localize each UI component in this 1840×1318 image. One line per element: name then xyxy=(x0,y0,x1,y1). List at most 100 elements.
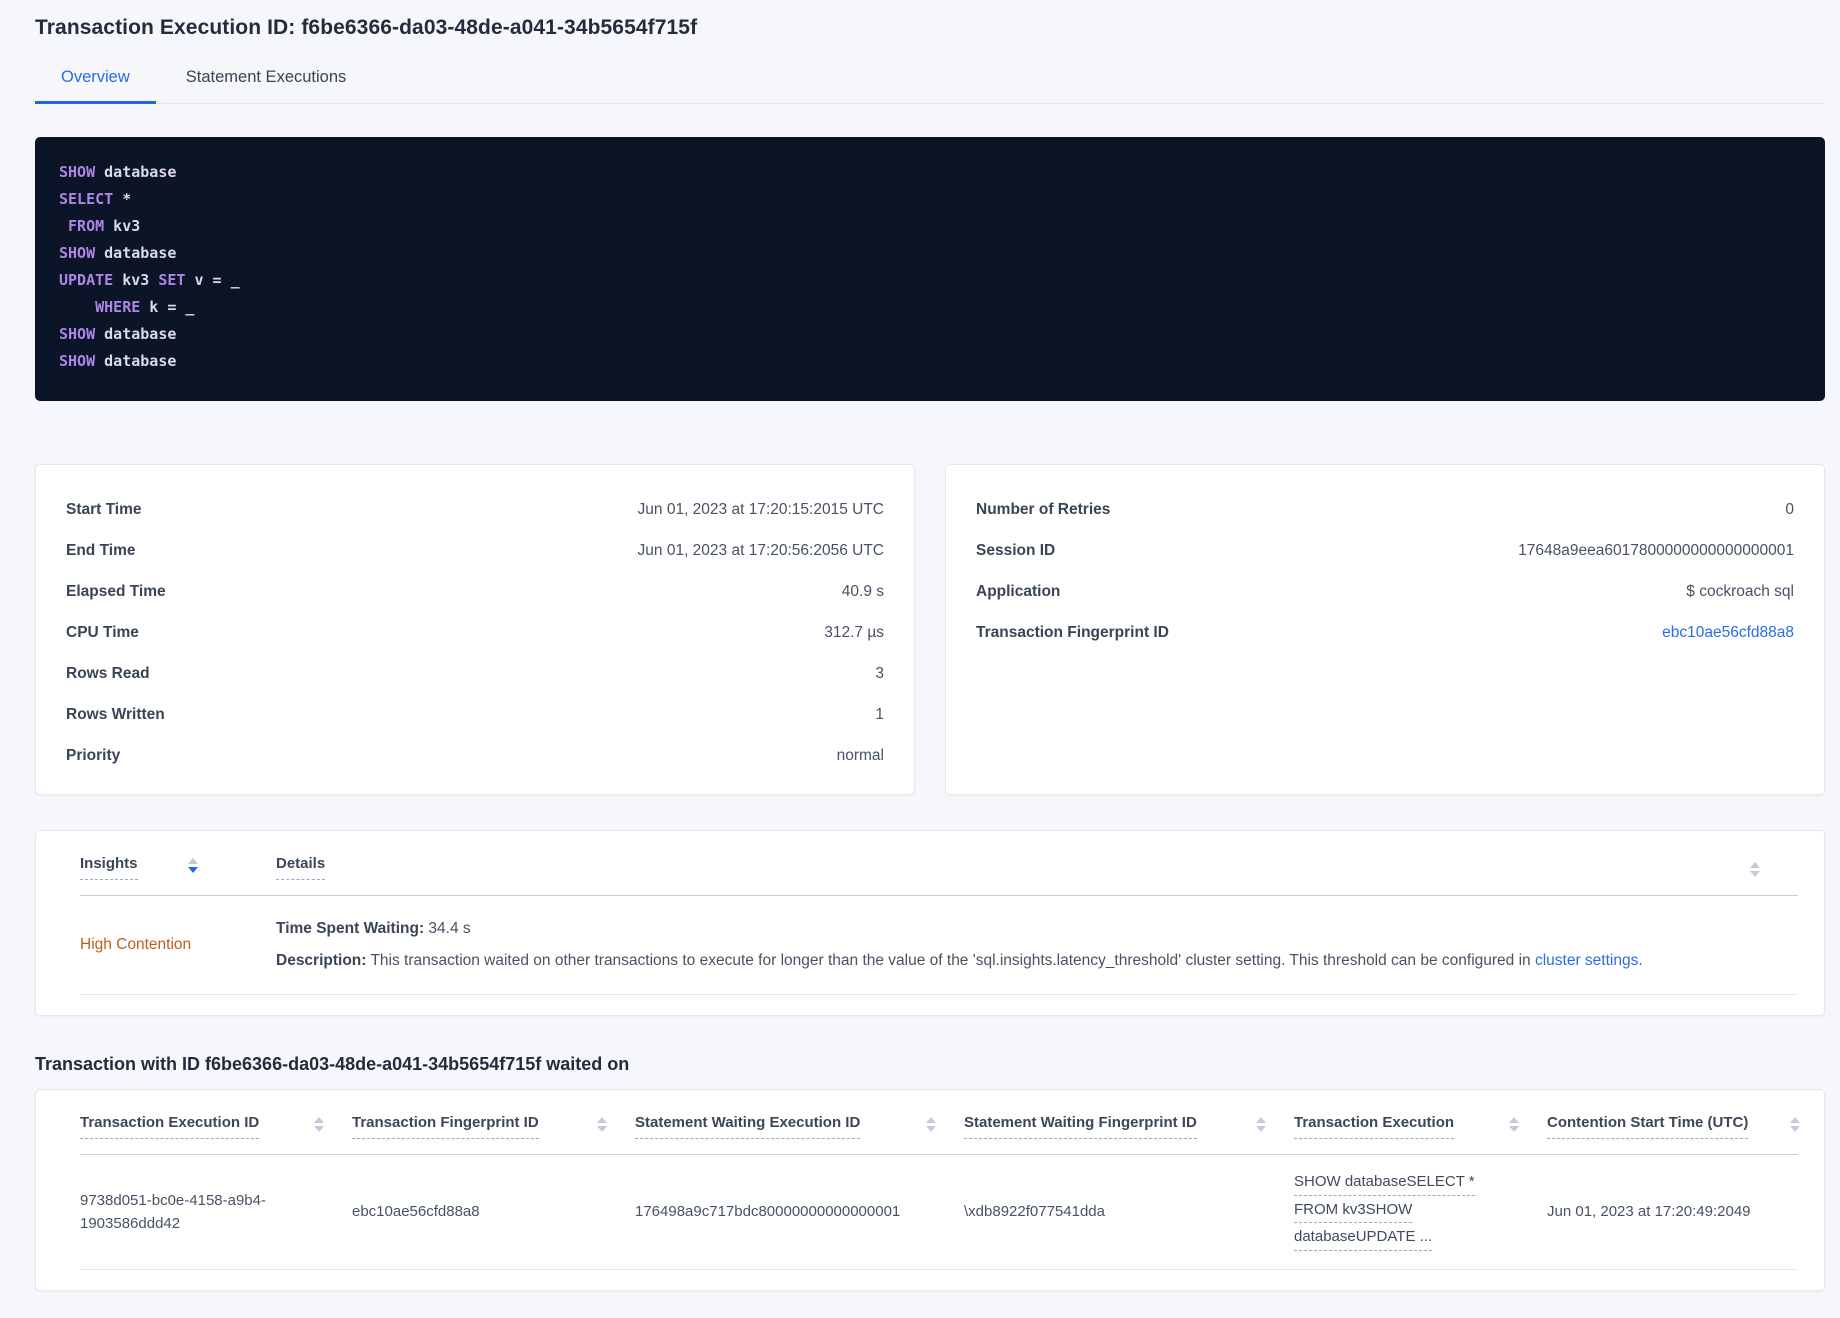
sql-statements-box: SHOW database SELECT * FROM kv3 SHOW datab… xyxy=(35,137,1825,401)
summary-label: Elapsed Time xyxy=(66,582,166,600)
insight-row: High Contention Time Spent Waiting: 34.4… xyxy=(80,896,1798,994)
tab-bar: Overview Statement Executions xyxy=(35,68,1825,104)
table-row-divider xyxy=(80,1269,1798,1270)
summary-value: Jun 01, 2023 at 17:20:15:2015 UTC xyxy=(637,500,884,518)
sort-icon[interactable] xyxy=(597,1117,607,1132)
sort-down-arrow-icon xyxy=(1750,871,1760,877)
sort-up-arrow-icon xyxy=(314,1117,324,1123)
description-text: This transaction waited on other transac… xyxy=(366,952,1535,969)
details-column-header: Details xyxy=(276,855,1750,880)
time-summary-card: Start Time Jun 01, 2023 at 17:20:15:2015… xyxy=(35,464,915,795)
sort-icon[interactable] xyxy=(1750,862,1760,877)
sort-up-arrow-icon xyxy=(1256,1117,1266,1123)
sort-down-arrow-icon xyxy=(314,1126,324,1132)
time-spent-waiting-label: Time Spent Waiting: xyxy=(276,920,425,938)
sql-line: FROM kv3 xyxy=(68,217,141,235)
cell-transaction-execution: SHOW databaseSELECT * FROM kv3SHOW datab… xyxy=(1294,1173,1547,1252)
cell-transaction-execution-id: 9738d051-bc0e-4158-a9b4-1903586ddd42 xyxy=(80,1191,266,1232)
column-label[interactable]: Statement Waiting Fingerprint ID xyxy=(964,1114,1197,1139)
cell-contention-start-time: Jun 01, 2023 at 17:20:49:2049 xyxy=(1547,1203,1751,1221)
cluster-settings-link[interactable]: cluster settings xyxy=(1535,952,1638,969)
summary-label: Rows Read xyxy=(66,664,150,682)
summary-row-priority: Priority normal xyxy=(66,735,884,776)
sort-up-arrow-icon xyxy=(597,1117,607,1123)
transaction-execution-link-line[interactable]: databaseUPDATE ... xyxy=(1294,1228,1433,1252)
transaction-fingerprint-link[interactable]: ebc10ae56cfd88a8 xyxy=(1662,624,1794,642)
summary-value: 1 xyxy=(875,705,884,723)
sort-icon[interactable] xyxy=(926,1117,936,1132)
waited-on-table-row: 9738d051-bc0e-4158-a9b4-1903586ddd42 ebc… xyxy=(80,1155,1798,1269)
summary-cards-row: Start Time Jun 01, 2023 at 17:20:15:2015… xyxy=(35,464,1825,795)
summary-value: 17648a9eea6017800000000000000001 xyxy=(1518,541,1794,559)
summary-value: 312.7 µs xyxy=(824,623,884,641)
sql-line: SHOW database xyxy=(59,352,177,370)
summary-row-application: Application $ cockroach sql xyxy=(976,571,1794,612)
transaction-execution-link-line[interactable]: FROM kv3SHOW xyxy=(1294,1201,1413,1224)
summary-value: 40.9 s xyxy=(841,582,884,600)
table-row-divider xyxy=(80,994,1798,995)
summary-value: 0 xyxy=(1785,500,1794,518)
sql-line: SHOW database xyxy=(59,244,177,262)
column-label[interactable]: Statement Waiting Execution ID xyxy=(635,1114,861,1139)
sort-icon[interactable] xyxy=(1509,1117,1519,1132)
column-label[interactable]: Transaction Execution xyxy=(1294,1114,1455,1139)
transaction-execution-link-line[interactable]: SHOW databaseSELECT * xyxy=(1294,1173,1475,1196)
sort-down-arrow-icon xyxy=(597,1126,607,1132)
sort-icon[interactable] xyxy=(187,858,198,873)
tab-statement-executions[interactable]: Statement Executions xyxy=(160,68,373,104)
summary-label: CPU Time xyxy=(66,623,139,641)
column-header-transaction-execution: Transaction Execution xyxy=(1294,1114,1547,1139)
insight-type-label: High Contention xyxy=(80,936,192,953)
insights-column-label[interactable]: Insights xyxy=(80,855,138,880)
summary-label: Session ID xyxy=(976,541,1056,559)
insights-table-header: Insights Details xyxy=(80,831,1798,895)
summary-label: End Time xyxy=(66,541,136,559)
transaction-details-page: Transaction Execution ID: f6be6366-da03-… xyxy=(0,0,1840,1291)
time-spent-waiting: Time Spent Waiting: 34.4 s xyxy=(276,918,1798,940)
summary-row-transaction-fingerprint-id: Transaction Fingerprint ID ebc10ae56cfd8… xyxy=(976,612,1794,653)
sort-up-arrow-icon xyxy=(1750,862,1760,868)
summary-value: Jun 01, 2023 at 17:20:56:2056 UTC xyxy=(637,541,884,559)
sql-line: SHOW database xyxy=(59,325,177,343)
column-label[interactable]: Transaction Execution ID xyxy=(80,1114,260,1139)
column-header-statement-waiting-fingerprint-id: Statement Waiting Fingerprint ID xyxy=(964,1114,1294,1139)
description-label: Description: xyxy=(276,952,367,969)
sql-line: WHERE k = _ xyxy=(95,298,195,316)
summary-label: Start Time xyxy=(66,500,142,518)
sort-icon[interactable] xyxy=(1256,1117,1266,1132)
sort-down-arrow-icon xyxy=(1790,1126,1800,1132)
summary-label: Transaction Fingerprint ID xyxy=(976,623,1169,641)
details-column-label[interactable]: Details xyxy=(276,855,326,880)
insight-description: Description: This transaction waited on … xyxy=(276,950,1798,972)
sort-icon[interactable] xyxy=(314,1117,324,1132)
summary-row-start-time: Start Time Jun 01, 2023 at 17:20:15:2015… xyxy=(66,489,884,530)
session-summary-card: Number of Retries 0 Session ID 17648a9ee… xyxy=(945,464,1825,795)
summary-row-rows-read: Rows Read 3 xyxy=(66,653,884,694)
waited-on-table-header: Transaction Execution ID Transaction Fin… xyxy=(80,1090,1800,1154)
cell-statement-waiting-fingerprint-id: \xdb8922f077541dda xyxy=(964,1203,1105,1221)
summary-row-cpu-time: CPU Time 312.7 µs xyxy=(66,612,884,653)
page-title: Transaction Execution ID: f6be6366-da03-… xyxy=(35,16,698,39)
tab-overview[interactable]: Overview xyxy=(35,68,156,104)
insights-table-card: Insights Details High Contention Time Sp… xyxy=(35,830,1825,1016)
column-header-transaction-execution-id: Transaction Execution ID xyxy=(80,1114,352,1139)
sort-down-arrow-icon xyxy=(1509,1126,1519,1132)
summary-label: Rows Written xyxy=(66,705,165,723)
summary-row-session-id: Session ID 17648a9eea6017800000000000000… xyxy=(976,530,1794,571)
sort-up-arrow-icon xyxy=(926,1117,936,1123)
sort-icon[interactable] xyxy=(1790,1117,1800,1132)
cell-statement-waiting-execution-id: 176498a9c717bdc80000000000000001 xyxy=(635,1203,901,1221)
summary-row-rows-written: Rows Written 1 xyxy=(66,694,884,735)
summary-row-elapsed-time: Elapsed Time 40.9 s xyxy=(66,571,884,612)
sql-line: SELECT * xyxy=(59,190,132,208)
column-label[interactable]: Contention Start Time (UTC) xyxy=(1547,1114,1749,1139)
insight-details: Time Spent Waiting: 34.4 s Description: … xyxy=(276,918,1798,971)
summary-row-end-time: End Time Jun 01, 2023 at 17:20:56:2056 U… xyxy=(66,530,884,571)
insights-column-header: Insights xyxy=(80,855,276,880)
sort-up-arrow-icon xyxy=(1790,1117,1800,1123)
sql-line: SHOW database xyxy=(59,163,177,181)
summary-label: Priority xyxy=(66,746,121,764)
column-label[interactable]: Transaction Fingerprint ID xyxy=(352,1114,539,1139)
description-period: . xyxy=(1638,952,1643,969)
column-header-transaction-fingerprint-id: Transaction Fingerprint ID xyxy=(352,1114,635,1139)
